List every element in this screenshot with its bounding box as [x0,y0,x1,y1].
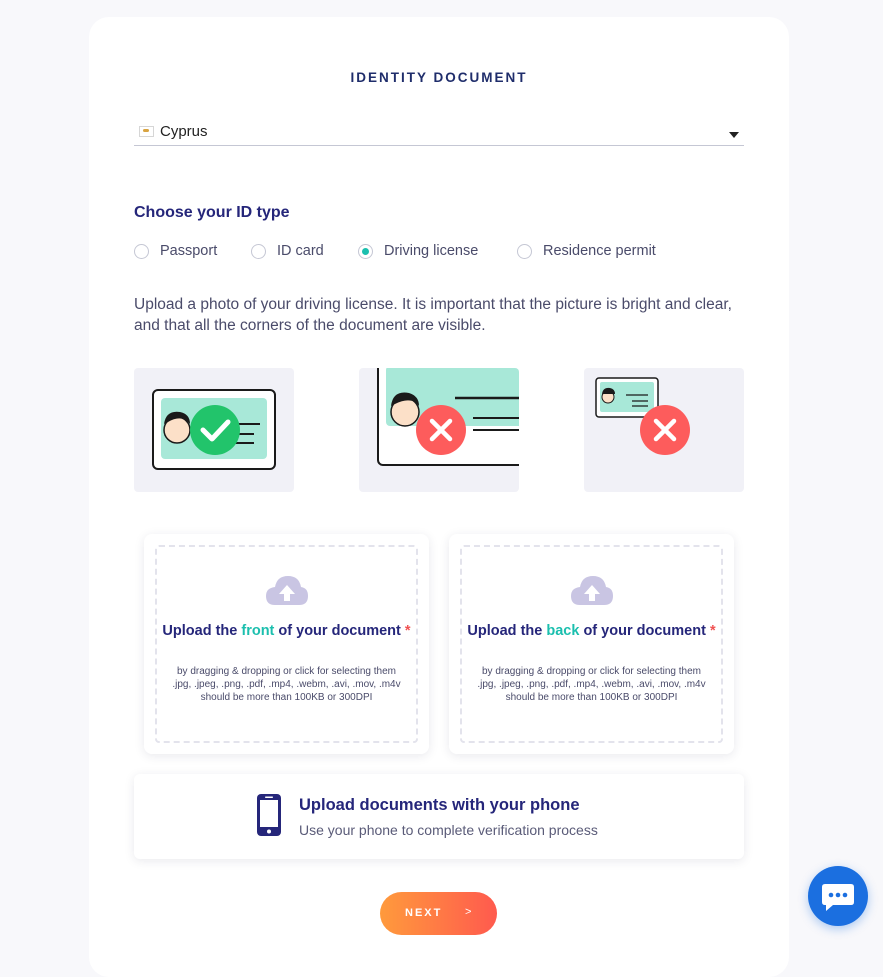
upload-title-text: Upload the [467,623,547,639]
upload-front-dropzone[interactable]: Upload the front of your document * by d… [144,534,429,754]
example-cropped-photo [359,368,519,492]
upload-help-text: by dragging & dropping or click for sele… [157,665,416,704]
radio-label: Passport [160,243,218,259]
next-arrow-icon: > [465,906,474,918]
upload-title-text: Upload the [162,623,242,639]
upload-size-note: should be more than 100KB or 300DPI [505,692,678,703]
radio-circle[interactable] [251,244,266,259]
upload-title-text: of your document [274,623,401,639]
upload-title-text: of your document [579,623,706,639]
upload-help-line: by dragging & dropping or click for sele… [481,666,701,677]
upload-help-text: by dragging & dropping or click for sele… [462,665,721,704]
dropzone-dashed-area[interactable]: Upload the back of your document * by dr… [460,545,723,743]
id-type-heading: Choose your ID type [134,204,290,221]
next-button[interactable]: NEXT > [380,892,497,935]
dropdown-caret-icon [729,132,739,138]
upload-help-line: by dragging & dropping or click for sele… [176,666,396,677]
upload-front-title: Upload the front of your document * [157,623,416,639]
id-type-radio-group: Passport ID card Driving license Residen… [134,242,754,264]
required-asterisk: * [404,623,411,639]
radio-label: Residence permit [543,243,656,259]
phone-upload-subtitle: Use your phone to complete verification … [299,822,598,838]
upload-size-note: should be more than 100KB or 300DPI [200,692,373,703]
chat-bubble-icon [822,884,854,911]
cloud-upload-icon [266,576,308,605]
upload-formats: .jpg, .jpeg, .png, .pdf, .mp4, .webm, .a… [172,679,401,690]
dropzone-dashed-area[interactable]: Upload the front of your document * by d… [155,545,418,743]
upload-with-phone-card[interactable]: Upload documents with your phone Use you… [134,774,744,859]
upload-formats: .jpg, .jpeg, .png, .pdf, .mp4, .webm, .a… [477,679,706,690]
radio-circle[interactable] [517,244,532,259]
required-asterisk: * [709,623,716,639]
good-license-illustration [152,389,276,470]
example-small-photo [584,368,744,492]
smartphone-icon [257,794,281,836]
upload-instructions: Upload a photo of your driving license. … [134,296,732,334]
radio-circle[interactable] [134,244,149,259]
upload-back-title: Upload the back of your document * [462,623,721,639]
upload-side-highlight: back [546,623,580,639]
cyprus-flag-icon [139,126,154,137]
upload-side-highlight: front [241,623,275,639]
country-select-value: Cyprus [160,123,208,140]
next-button-label: NEXT [405,907,443,919]
radio-label: ID card [277,243,324,259]
radio-label: Driving license [384,243,479,259]
phone-upload-title: Upload documents with your phone [299,796,580,814]
small-license-illustration [595,377,690,455]
cropped-license-illustration [377,368,519,466]
chat-support-button[interactable] [808,866,868,926]
country-select[interactable]: Cyprus [134,121,744,146]
cloud-upload-icon [571,576,613,605]
radio-circle-selected[interactable] [358,244,373,259]
upload-back-dropzone[interactable]: Upload the back of your document * by dr… [449,534,734,754]
page-title: IDENTITY DOCUMENT [350,70,528,85]
identity-card: IDENTITY DOCUMENT Cyprus Choose your ID … [89,17,789,977]
example-good-photo [134,368,294,492]
